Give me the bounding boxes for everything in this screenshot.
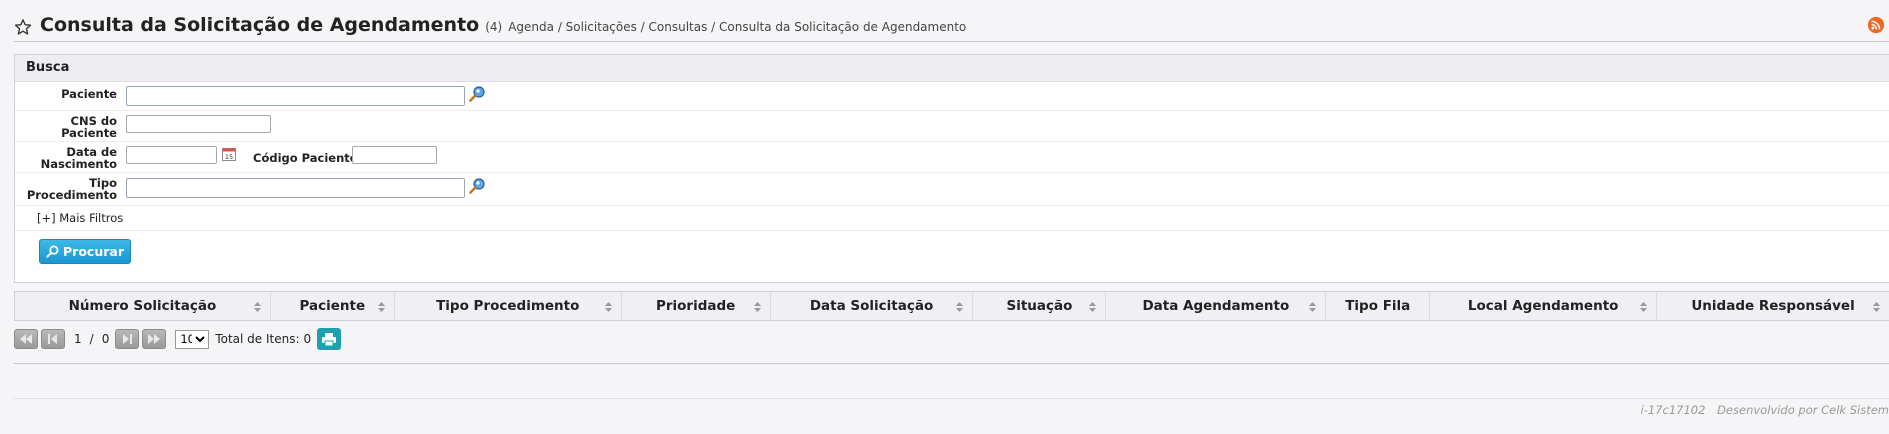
paciente-row: Paciente bbox=[15, 82, 1889, 111]
cns-label-line2: Paciente bbox=[61, 126, 117, 140]
sort-icon[interactable] bbox=[1640, 302, 1648, 312]
column-label: Unidade Responsável bbox=[1691, 298, 1855, 314]
printer-icon bbox=[322, 332, 337, 346]
page-separator: / bbox=[89, 332, 94, 346]
page-header: Consulta da Solicitação de Agendamento (… bbox=[14, 14, 1889, 40]
column-tipo-procedimento[interactable]: Tipo Procedimento bbox=[395, 292, 622, 320]
paciente-search-icon[interactable] bbox=[468, 85, 486, 103]
footer: i-17c17102 Desenvolvido por Celk Sistem bbox=[1641, 403, 1889, 417]
calendar-icon[interactable]: 15 bbox=[222, 147, 236, 161]
column-label: Local Agendamento bbox=[1467, 298, 1619, 314]
column-label: Paciente bbox=[299, 298, 366, 314]
codigo-paciente-label: Código Paciente bbox=[253, 151, 358, 165]
cns-input[interactable] bbox=[126, 115, 271, 133]
tipo-procedimento-label-line2: Procedimento bbox=[26, 188, 117, 202]
header-divider bbox=[14, 41, 1889, 42]
sort-icon[interactable] bbox=[956, 302, 964, 312]
step-right-icon bbox=[123, 334, 133, 344]
page-size-select[interactable]: 10 bbox=[175, 329, 210, 349]
sort-icon[interactable] bbox=[1089, 302, 1097, 312]
tipo-procedimento-label: Tipo Procedimento bbox=[15, 177, 117, 201]
paciente-label: Paciente bbox=[61, 87, 117, 101]
cns-label: CNS do Paciente bbox=[15, 115, 117, 139]
current-page: 1 bbox=[74, 332, 82, 346]
column-data-solicitacao[interactable]: Data Solicitação bbox=[771, 292, 974, 320]
last-page-button[interactable] bbox=[142, 329, 167, 349]
footer-divider-secondary bbox=[14, 398, 1889, 399]
nascimento-input[interactable] bbox=[126, 146, 217, 164]
paciente-input[interactable] bbox=[126, 86, 465, 106]
sort-icon[interactable] bbox=[604, 302, 612, 312]
star-icon[interactable] bbox=[14, 18, 32, 36]
sort-icon[interactable] bbox=[253, 302, 261, 312]
page-title: Consulta da Solicitação de Agendamento bbox=[40, 14, 480, 36]
column-label: Tipo Fila bbox=[1345, 298, 1411, 314]
tipo-procedimento-search-icon[interactable] bbox=[468, 177, 486, 195]
first-page-button[interactable] bbox=[14, 329, 38, 349]
print-button[interactable] bbox=[317, 328, 342, 350]
codigo-paciente-input[interactable] bbox=[352, 146, 437, 164]
column-label: Data Solicitação bbox=[809, 298, 934, 314]
double-left-arrow-icon bbox=[20, 334, 32, 344]
previous-page-button[interactable] bbox=[41, 329, 65, 349]
cns-row: CNS do Paciente bbox=[15, 111, 1889, 142]
column-label: Número Solicitação bbox=[68, 298, 217, 314]
column-label: Situação bbox=[1006, 298, 1073, 314]
column-label: Prioridade bbox=[655, 298, 736, 314]
sort-icon[interactable] bbox=[1872, 302, 1880, 312]
tipo-procedimento-input[interactable] bbox=[126, 178, 465, 198]
mais-filtros-link[interactable]: [+] Mais Filtros bbox=[37, 211, 123, 225]
procurar-button[interactable]: Procurar bbox=[39, 239, 131, 264]
sort-icon[interactable] bbox=[1309, 302, 1317, 312]
column-label: Data Agendamento bbox=[1142, 298, 1290, 314]
breadcrumb: Agenda / Solicitações / Consultas / Cons… bbox=[508, 20, 967, 34]
mais-filtros-row: [+] Mais Filtros bbox=[15, 206, 1889, 231]
column-data-agendamento[interactable]: Data Agendamento bbox=[1106, 292, 1327, 320]
footer-divider bbox=[14, 363, 1889, 364]
total-items-value: 0 bbox=[303, 332, 312, 346]
total-pages: 0 bbox=[101, 332, 110, 346]
developer-credit: Desenvolvido por Celk Sistem bbox=[1717, 403, 1889, 417]
next-page-button[interactable] bbox=[115, 329, 140, 349]
double-right-arrow-icon bbox=[148, 334, 161, 344]
pagination: 1 / 0 10 Total de Itens: 0 bbox=[14, 327, 342, 351]
nascimento-label-line2: Nascimento bbox=[40, 157, 117, 171]
sort-icon[interactable] bbox=[377, 302, 385, 312]
search-icon bbox=[46, 245, 59, 258]
version-label: i-17c17102 bbox=[1640, 403, 1706, 417]
sort-icon[interactable] bbox=[753, 302, 761, 312]
nascimento-row: Data de Nascimento 15 Código Paciente bbox=[15, 142, 1889, 173]
column-local-agendamento[interactable]: Local Agendamento bbox=[1430, 292, 1658, 320]
tipo-procedimento-row: Tipo Procedimento bbox=[15, 173, 1889, 206]
column-label: Tipo Procedimento bbox=[436, 298, 580, 314]
step-left-icon bbox=[48, 334, 57, 344]
column-prioridade[interactable]: Prioridade bbox=[622, 292, 771, 320]
nascimento-label: Data de Nascimento bbox=[15, 146, 117, 170]
favorites-count: (4) bbox=[485, 20, 503, 34]
rss-icon[interactable] bbox=[1867, 16, 1885, 34]
column-paciente[interactable]: Paciente bbox=[271, 292, 395, 320]
search-panel-title: Busca bbox=[15, 55, 1889, 82]
search-actions: Procurar bbox=[15, 231, 1889, 271]
results-table-header: Número Solicitação Paciente Tipo Procedi… bbox=[14, 291, 1889, 321]
column-numero-solicitacao[interactable]: Número Solicitação bbox=[15, 292, 271, 320]
column-unidade-responsavel[interactable]: Unidade Responsável bbox=[1657, 292, 1889, 320]
total-items-label: Total de Itens: bbox=[215, 332, 300, 346]
column-situacao[interactable]: Situação bbox=[973, 292, 1107, 320]
search-panel: Busca Paciente CNS do Paciente Data de N… bbox=[14, 54, 1889, 283]
procurar-button-label: Procurar bbox=[63, 244, 124, 259]
svg-text:15: 15 bbox=[225, 153, 233, 161]
column-tipo-fila[interactable]: Tipo Fila bbox=[1326, 292, 1431, 320]
